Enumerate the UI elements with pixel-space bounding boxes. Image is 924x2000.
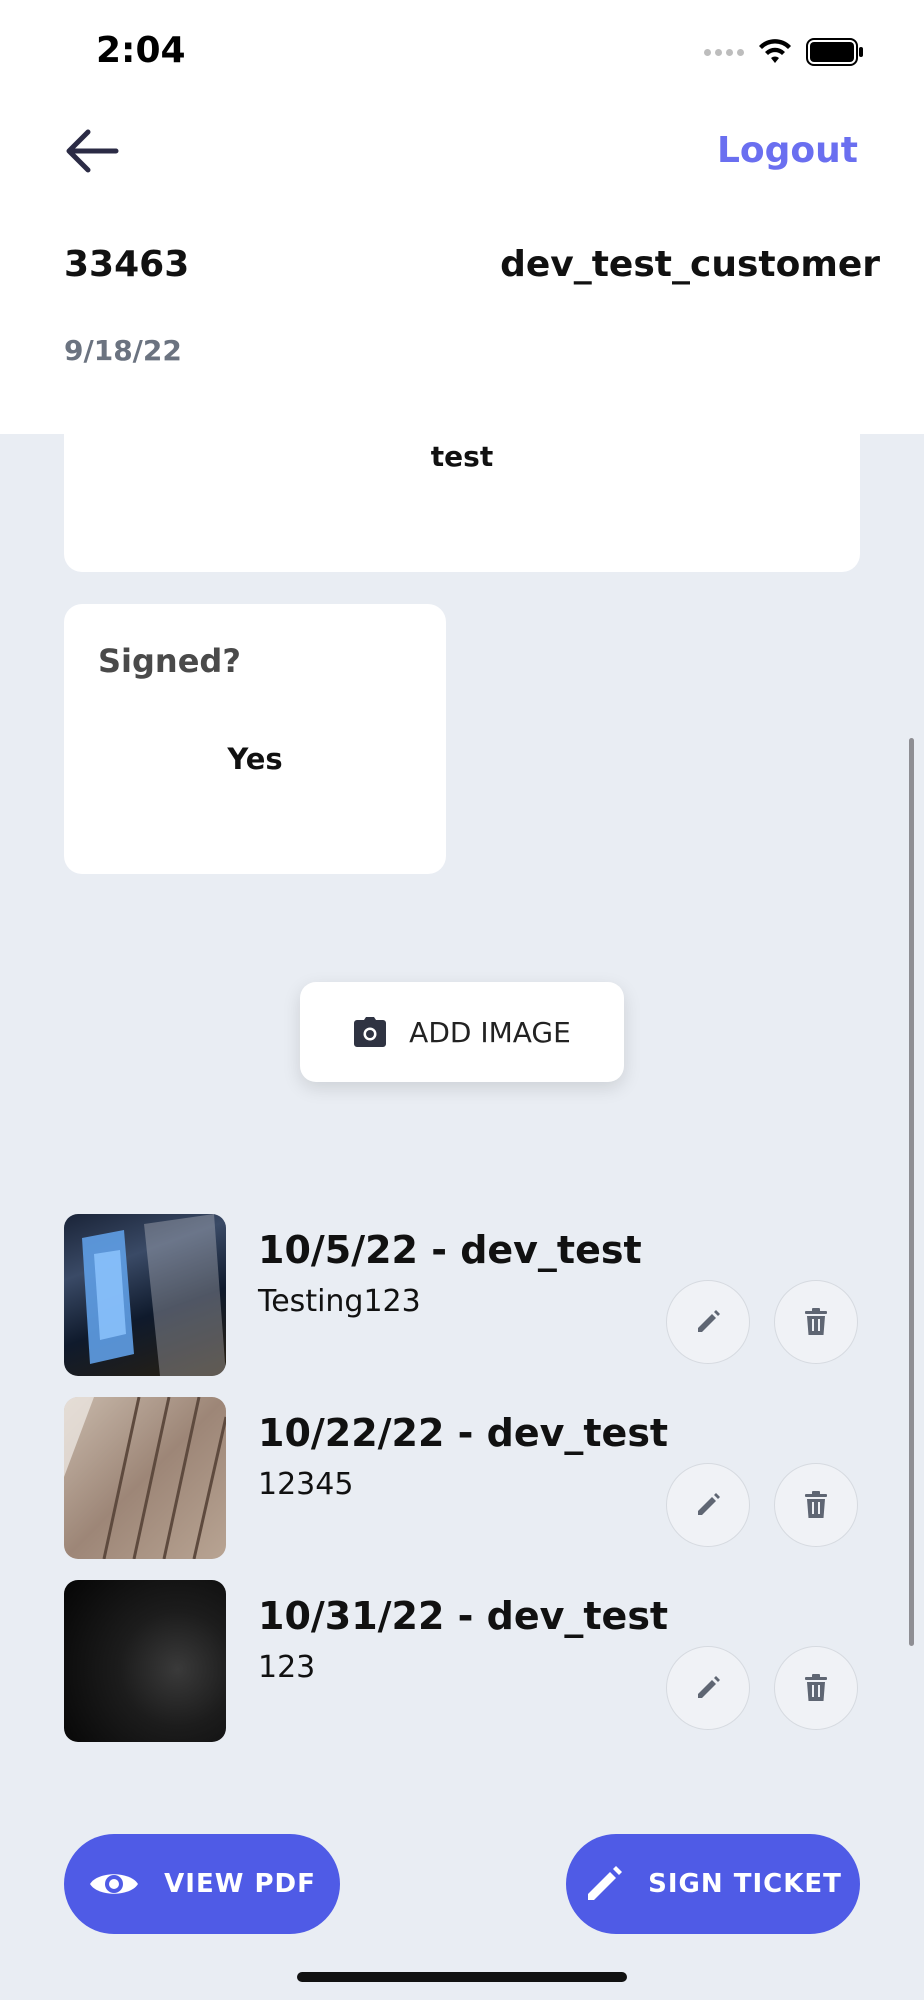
view-pdf-button[interactable]: VIEW PDF <box>64 1834 340 1934</box>
delete-image-button[interactable] <box>774 1280 858 1364</box>
signed-label: Signed? <box>98 642 241 680</box>
image-title: 10/31/22 - dev_test <box>258 1594 669 1638</box>
sign-ticket-label: SIGN TICKET <box>648 1869 842 1899</box>
wifi-icon <box>759 39 791 63</box>
customer-name: dev_test_customer <box>500 244 880 285</box>
image-title: 10/5/22 - dev_test <box>258 1228 642 1272</box>
image-caption: 12345 <box>258 1467 354 1502</box>
delete-image-button[interactable] <box>774 1646 858 1730</box>
trash-icon <box>805 1308 827 1335</box>
image-row[interactable]: 10/5/22 - dev_test Testing123 <box>64 1214 860 1376</box>
view-pdf-label: VIEW PDF <box>164 1869 316 1899</box>
trash-icon <box>805 1491 827 1518</box>
status-time: 2:04 <box>96 30 186 71</box>
image-row[interactable]: 10/22/22 - dev_test 12345 <box>64 1397 860 1559</box>
image-thumbnail[interactable] <box>64 1580 226 1742</box>
ticket-number: 33463 <box>64 244 190 285</box>
pencil-icon <box>588 1866 623 1900</box>
signed-value: Yes <box>227 742 283 776</box>
scrollbar[interactable] <box>909 738 914 1646</box>
description-value: test <box>430 440 494 473</box>
pencil-icon <box>698 1676 720 1698</box>
battery-icon <box>806 38 863 66</box>
logout-button[interactable]: Logout <box>717 130 858 171</box>
image-title: 10/22/22 - dev_test <box>258 1411 669 1455</box>
image-caption: 123 <box>258 1650 316 1685</box>
trash-icon <box>805 1674 827 1701</box>
image-caption: Testing123 <box>258 1284 421 1319</box>
edit-image-button[interactable] <box>666 1646 750 1730</box>
pencil-icon <box>698 1310 720 1332</box>
edit-image-button[interactable] <box>666 1280 750 1364</box>
signed-card: Signed? Yes <box>64 604 446 874</box>
image-thumbnail[interactable] <box>64 1214 226 1376</box>
edit-image-button[interactable] <box>666 1463 750 1547</box>
image-row[interactable]: 10/31/22 - dev_test 123 <box>64 1580 860 1742</box>
header: 2:04 Logout 33463 dev_test_customer 9/18… <box>0 0 924 434</box>
ticket-date: 9/18/22 <box>64 334 182 367</box>
sign-ticket-button[interactable]: SIGN TICKET <box>566 1834 860 1934</box>
pencil-icon <box>698 1493 720 1515</box>
status-icons <box>704 38 864 66</box>
home-indicator <box>297 1972 627 1982</box>
delete-image-button[interactable] <box>774 1463 858 1547</box>
back-arrow-icon[interactable] <box>64 126 120 176</box>
signal-icon <box>704 48 744 56</box>
eye-icon <box>90 1874 139 1894</box>
camera-icon <box>354 1017 387 1047</box>
add-image-label: ADD IMAGE <box>409 1015 571 1049</box>
add-image-button[interactable]: ADD IMAGE <box>300 982 624 1082</box>
image-thumbnail[interactable] <box>64 1397 226 1559</box>
